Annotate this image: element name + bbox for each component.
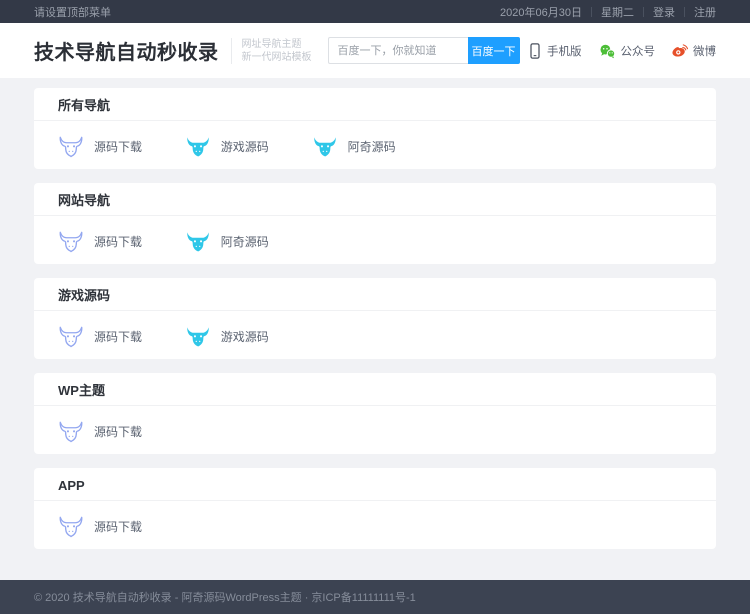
- site-header: 技术导航自动秒收录 网址导航主题 新一代网站模板 百度一下 手机版: [0, 23, 750, 78]
- nav-site-link[interactable]: 阿奇源码: [312, 129, 439, 163]
- bull-logo-icon: [58, 418, 84, 444]
- divider: [643, 7, 644, 17]
- weibo-icon: [672, 43, 688, 58]
- nav-site-label: 游戏源码: [221, 328, 269, 345]
- site-title[interactable]: 技术导航自动秒收录: [34, 36, 219, 65]
- weibo-link[interactable]: 微博: [672, 43, 716, 59]
- wechat-icon: [599, 43, 616, 59]
- nav-section-card: WP主题 源码下载: [34, 373, 716, 454]
- nav-section-card: APP 源码下载: [34, 468, 716, 549]
- bull-logo-icon: [58, 513, 84, 539]
- wechat-official-label: 公众号: [621, 43, 656, 59]
- nav-site-label: 源码下载: [94, 233, 142, 250]
- topbar: 请设置顶部菜单 2020年06月30日 星期二 登录 注册: [0, 0, 750, 23]
- topbar-menu-hint[interactable]: 请设置顶部菜单: [34, 4, 111, 20]
- section-items: 源码下载 阿奇源码: [34, 216, 716, 264]
- nav-site-link[interactable]: 源码下载: [58, 129, 185, 163]
- section-title: 网站导航: [34, 183, 716, 216]
- topbar-date: 2020年06月30日: [500, 4, 582, 20]
- bull-logo-icon: [312, 133, 338, 159]
- nav-section-card: 所有导航 源码下载 游戏源码: [34, 88, 716, 169]
- weibo-label: 微博: [693, 43, 716, 59]
- slogan-line1: 网址导航主题: [242, 38, 312, 51]
- nav-site-label: 源码下载: [94, 328, 142, 345]
- nav-site-label: 游戏源码: [221, 138, 269, 155]
- section-items: 源码下载 游戏源码: [34, 311, 716, 359]
- divider: [591, 7, 592, 17]
- wechat-official-link[interactable]: 公众号: [599, 43, 656, 59]
- nav-site-link[interactable]: 游戏源码: [185, 319, 312, 353]
- mobile-icon: [528, 43, 542, 59]
- main-content: 所有导航 源码下载 游戏源码: [0, 78, 750, 580]
- bull-logo-icon: [58, 323, 84, 349]
- bull-logo-icon: [185, 323, 211, 349]
- section-title: 所有导航: [34, 88, 716, 121]
- sections-list: 所有导航 源码下载 游戏源码: [34, 88, 716, 549]
- section-title: WP主题: [34, 373, 716, 406]
- mobile-version-link[interactable]: 手机版: [528, 43, 582, 59]
- search-input[interactable]: [328, 37, 468, 64]
- bull-logo-icon: [185, 228, 211, 254]
- nav-site-link[interactable]: 源码下载: [58, 224, 185, 258]
- nav-site-label: 阿奇源码: [348, 138, 396, 155]
- section-items: 源码下载 游戏源码 阿奇源码: [34, 121, 716, 169]
- nav-site-label: 源码下载: [94, 423, 142, 440]
- divider: [684, 7, 685, 17]
- nav-site-link[interactable]: 阿奇源码: [185, 224, 312, 258]
- login-link[interactable]: 登录: [653, 4, 675, 20]
- nav-site-label: 源码下载: [94, 518, 142, 535]
- bull-logo-icon: [185, 133, 211, 159]
- nav-site-link[interactable]: 源码下载: [58, 414, 185, 448]
- search-button[interactable]: 百度一下: [468, 37, 520, 64]
- nav-section-card: 网站导航 源码下载 阿奇源码: [34, 183, 716, 264]
- nav-site-link[interactable]: 源码下载: [58, 319, 185, 353]
- nav-site-label: 源码下载: [94, 138, 142, 155]
- bull-logo-icon: [58, 133, 84, 159]
- nav-site-link[interactable]: 游戏源码: [185, 129, 312, 163]
- footer: © 2020 技术导航自动秒收录 - 阿奇源码WordPress主题 · 京IC…: [0, 580, 750, 614]
- nav-site-label: 阿奇源码: [221, 233, 269, 250]
- site-slogan: 网址导航主题 新一代网站模板: [231, 38, 312, 64]
- nav-section-card: 游戏源码 源码下载 游戏源码: [34, 278, 716, 359]
- topbar-right: 2020年06月30日 星期二 登录 注册: [500, 4, 716, 20]
- mobile-version-label: 手机版: [547, 43, 582, 59]
- slogan-line2: 新一代网站模板: [242, 51, 312, 64]
- section-title: 游戏源码: [34, 278, 716, 311]
- section-title: APP: [34, 468, 716, 501]
- copyright-text: © 2020 技术导航自动秒收录 - 阿奇源码WordPress主题 · 京IC…: [34, 589, 416, 605]
- search-box: 百度一下: [328, 37, 520, 64]
- bull-logo-icon: [58, 228, 84, 254]
- section-items: 源码下载: [34, 501, 716, 549]
- section-items: 源码下载: [34, 406, 716, 454]
- header-links: 手机版 公众号: [528, 43, 716, 59]
- register-link[interactable]: 注册: [694, 4, 716, 20]
- nav-site-link[interactable]: 源码下载: [58, 509, 185, 543]
- topbar-weekday: 星期二: [601, 4, 634, 20]
